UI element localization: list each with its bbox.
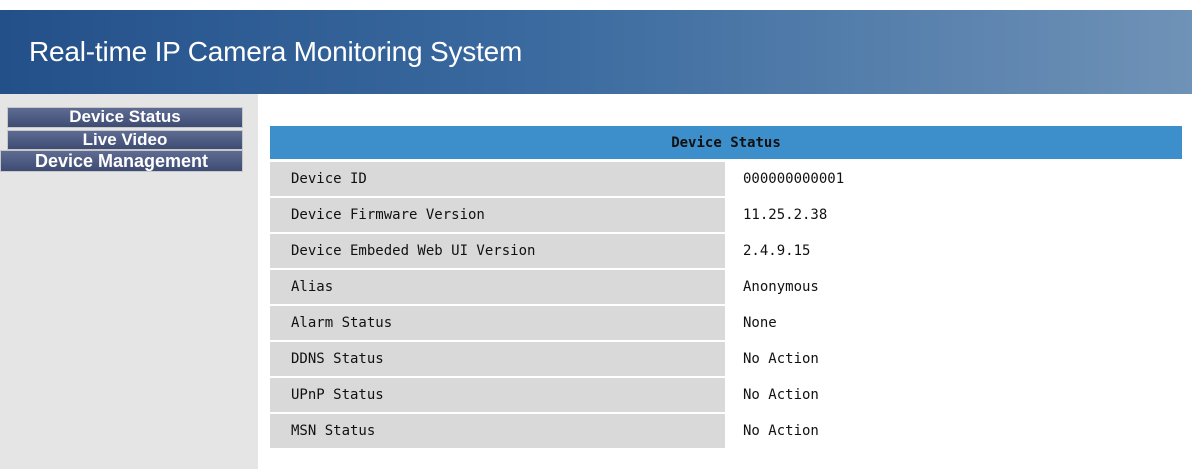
row-label: Device Firmware Version	[270, 196, 727, 234]
table-row: Device Embeded Web UI Version 2.4.9.15	[270, 232, 1182, 270]
table-row: MSN Status No Action	[270, 412, 1182, 450]
table-title: Device Status	[270, 126, 1182, 162]
nav-live-video-button[interactable]: Live Video	[7, 130, 243, 150]
table-row: Alarm Status None	[270, 304, 1182, 342]
row-label: MSN Status	[270, 412, 727, 450]
app-header: Real-time IP Camera Monitoring System	[0, 10, 1192, 94]
row-label: DDNS Status	[270, 340, 727, 378]
top-strip	[0, 0, 1192, 10]
table-row: Device ID 000000000001	[270, 160, 1182, 198]
row-label: Device Embeded Web UI Version	[270, 232, 727, 270]
row-value: Anonymous	[726, 268, 1182, 306]
table-header-row: Device Status	[270, 126, 1182, 162]
nav-device-status-button[interactable]: Device Status	[7, 107, 243, 128]
row-value: No Action	[726, 340, 1182, 378]
device-status-table: Device Status Device ID 000000000001 Dev…	[270, 126, 1182, 450]
table-row: DDNS Status No Action	[270, 340, 1182, 378]
row-label: Alarm Status	[270, 304, 727, 342]
row-label: Device ID	[270, 160, 727, 198]
row-value: No Action	[726, 412, 1182, 450]
row-label: Alias	[270, 268, 727, 306]
row-value: No Action	[726, 376, 1182, 414]
row-value: 2.4.9.15	[726, 232, 1182, 270]
row-value: 11.25.2.38	[726, 196, 1182, 234]
table-row: UPnP Status No Action	[270, 376, 1182, 414]
nav-device-management-button[interactable]: Device Management	[0, 150, 243, 172]
sidebar: Device Status Live Video Device Manageme…	[0, 94, 258, 469]
table-row: Device Firmware Version 11.25.2.38	[270, 196, 1182, 234]
page-title: Real-time IP Camera Monitoring System	[29, 36, 523, 67]
device-status-panel: Device Status Device ID 000000000001 Dev…	[270, 126, 1182, 450]
row-label: UPnP Status	[270, 376, 727, 414]
row-value: 000000000001	[726, 160, 1182, 198]
table-row: Alias Anonymous	[270, 268, 1182, 306]
row-value: None	[726, 304, 1182, 342]
